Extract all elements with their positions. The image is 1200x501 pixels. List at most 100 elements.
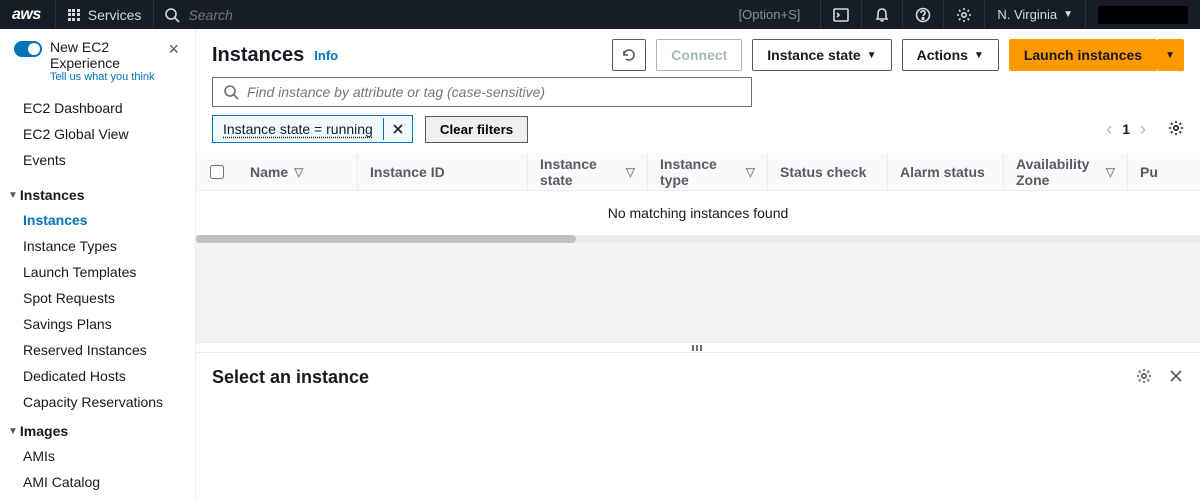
column-alarm-status[interactable]: Alarm status <box>888 153 1004 190</box>
page-title: Instances <box>212 44 304 67</box>
sidebar-item[interactable]: EC2 Dashboard <box>0 95 195 121</box>
detail-panel-body <box>196 402 1200 501</box>
pager-next: › <box>1140 119 1146 140</box>
connect-button: Connect <box>656 39 742 71</box>
sidebar-item[interactable]: Instance Types <box>0 233 195 259</box>
gear-icon <box>1168 120 1184 136</box>
gear-icon <box>956 7 972 23</box>
column-status-check[interactable]: Status check <box>768 153 888 190</box>
sidebar-item[interactable]: Savings Plans <box>0 311 195 337</box>
pager: ‹ 1 › <box>1106 119 1146 140</box>
close-icon <box>392 123 404 135</box>
scrollbar-thumb[interactable] <box>196 235 576 243</box>
sidebar-section-header[interactable]: ▼Instances <box>0 179 195 207</box>
search-icon <box>164 7 180 23</box>
instance-search-input[interactable] <box>247 84 741 100</box>
filter-row: Instance state = running Clear filters ‹… <box>196 115 1200 153</box>
settings-button[interactable] <box>943 0 984 29</box>
sidebar: New EC2 Experience Tell us what you thin… <box>0 29 196 501</box>
sidebar-item[interactable]: AMI Catalog <box>0 469 195 495</box>
table-preferences-button[interactable] <box>1168 120 1184 139</box>
close-icon <box>1168 368 1184 384</box>
sort-icon: ▽ <box>1106 165 1115 179</box>
gear-icon <box>1136 368 1152 384</box>
cloudshell-button[interactable] <box>820 0 861 29</box>
filter-chip-remove[interactable] <box>383 118 412 140</box>
pager-current: 1 <box>1122 121 1130 137</box>
clear-filters-button[interactable]: Clear filters <box>425 116 528 143</box>
detail-panel-title: Select an instance <box>212 367 369 388</box>
services-label: Services <box>88 7 142 23</box>
sidebar-section-header[interactable]: ▼Images <box>0 415 195 443</box>
select-all-checkbox[interactable] <box>196 153 238 190</box>
instances-table: Name▽ Instance ID Instance state▽ Instan… <box>196 153 1200 243</box>
table-header-row: Name▽ Instance ID Instance state▽ Instan… <box>196 153 1200 191</box>
column-name[interactable]: Name▽ <box>238 153 358 190</box>
new-experience-banner: New EC2 Experience Tell us what you thin… <box>0 29 195 89</box>
help-icon <box>915 7 931 23</box>
terminal-icon <box>833 7 849 23</box>
notifications-button[interactable] <box>861 0 902 29</box>
region-selector[interactable]: N. Virginia▼ <box>984 0 1085 29</box>
account-name-redacted <box>1098 6 1188 24</box>
caret-down-icon: ▼ <box>867 50 877 61</box>
launch-instances-group: Launch instances ▼ <box>1009 39 1184 71</box>
help-button[interactable] <box>902 0 943 29</box>
detail-close-button[interactable] <box>1168 368 1184 387</box>
top-nav: aws Services [Option+S] N. Virginia▼ <box>0 0 1200 29</box>
main-content: Instances Info Connect Instance state▼ A… <box>196 29 1200 501</box>
search-icon <box>223 84 239 100</box>
new-experience-toggle[interactable] <box>14 41 42 57</box>
caret-down-icon: ▼ <box>8 190 18 201</box>
caret-down-icon: ▼ <box>8 426 18 437</box>
info-link[interactable]: Info <box>314 48 338 63</box>
detail-panel-header: Select an instance <box>196 352 1200 402</box>
caret-down-icon: ▼ <box>974 50 984 61</box>
page-header: Instances Info Connect Instance state▼ A… <box>196 29 1200 77</box>
sidebar-item[interactable]: Reserved Instances <box>0 337 195 363</box>
global-search[interactable]: [Option+S] <box>153 0 820 29</box>
global-search-input[interactable] <box>188 7 738 23</box>
refresh-button[interactable] <box>612 39 646 71</box>
pager-prev: ‹ <box>1106 119 1112 140</box>
refresh-icon <box>621 47 637 63</box>
sidebar-item[interactable]: AMIs <box>0 443 195 469</box>
new-experience-title: New EC2 Experience <box>50 39 158 71</box>
close-icon[interactable]: × <box>166 39 181 60</box>
column-instance-type[interactable]: Instance type▽ <box>648 153 768 190</box>
filter-chip: Instance state = running <box>212 115 413 143</box>
instance-search-box[interactable] <box>212 77 752 107</box>
sidebar-item[interactable]: Launch Templates <box>0 259 195 285</box>
filter-chip-label[interactable]: Instance state = running <box>213 116 383 142</box>
grip-icon <box>692 345 704 351</box>
table-empty-message: No matching instances found <box>196 191 1200 235</box>
horizontal-scrollbar[interactable] <box>196 235 1200 243</box>
sort-icon: ▽ <box>626 165 635 179</box>
split-panel-handle[interactable] <box>196 342 1200 352</box>
actions-button[interactable]: Actions▼ <box>902 39 999 71</box>
account-menu[interactable] <box>1085 0 1200 29</box>
launch-instances-dropdown[interactable]: ▼ <box>1157 39 1184 71</box>
search-shortcut-hint: [Option+S] <box>739 7 811 22</box>
caret-down-icon: ▼ <box>1165 50 1175 61</box>
bell-icon <box>874 7 890 23</box>
new-experience-feedback-link[interactable]: Tell us what you think <box>50 71 158 83</box>
grid-icon <box>68 9 80 21</box>
caret-down-icon: ▼ <box>1063 9 1073 20</box>
launch-instances-button[interactable]: Launch instances <box>1009 39 1157 71</box>
sidebar-item[interactable]: Instances <box>0 207 195 233</box>
sidebar-item[interactable]: EC2 Global View <box>0 121 195 147</box>
sidebar-item[interactable]: Spot Requests <box>0 285 195 311</box>
services-menu[interactable]: Services <box>55 0 154 29</box>
detail-preferences-button[interactable] <box>1136 368 1152 387</box>
column-availability-zone[interactable]: Availability Zone▽ <box>1004 153 1128 190</box>
sidebar-item[interactable]: Capacity Reservations <box>0 389 195 415</box>
column-instance-state[interactable]: Instance state▽ <box>528 153 648 190</box>
column-public[interactable]: Pu <box>1128 153 1168 190</box>
sidebar-item[interactable]: Events <box>0 147 195 173</box>
column-instance-id[interactable]: Instance ID <box>358 153 528 190</box>
sort-icon: ▽ <box>746 165 755 179</box>
instance-state-button[interactable]: Instance state▼ <box>752 39 891 71</box>
sidebar-item[interactable]: Dedicated Hosts <box>0 363 195 389</box>
aws-logo[interactable]: aws <box>0 6 55 24</box>
